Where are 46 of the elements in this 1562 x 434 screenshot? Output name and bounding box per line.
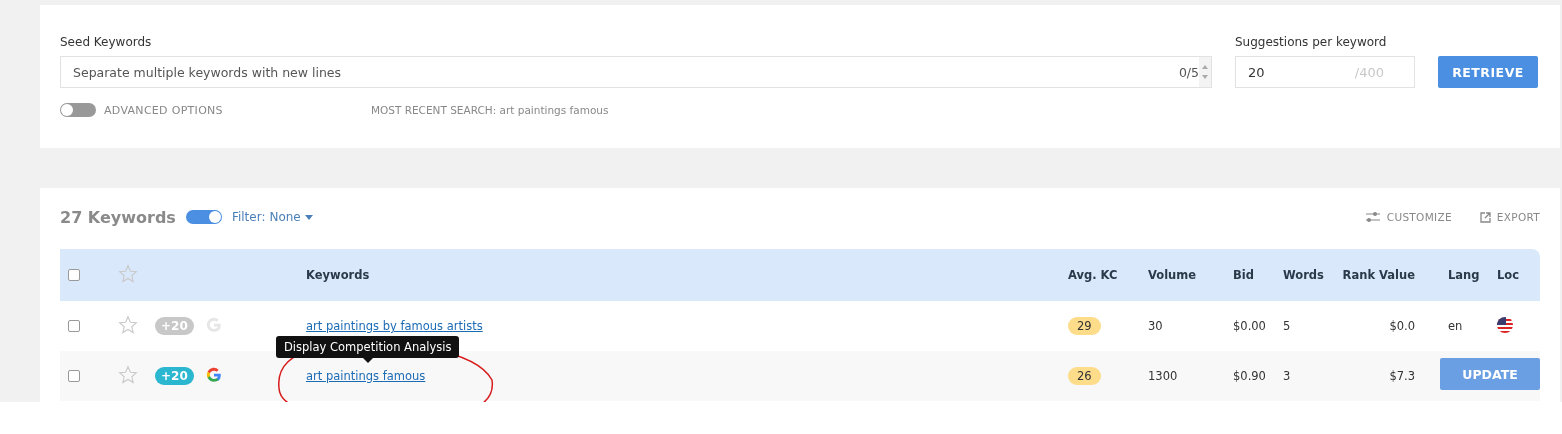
sliders-icon — [1364, 211, 1381, 223]
keyword-link[interactable]: art paintings famous — [306, 369, 426, 383]
select-all-checkbox[interactable] — [68, 269, 80, 281]
column-header[interactable]: Rank Value — [1342, 268, 1415, 282]
column-header[interactable]: Loc — [1497, 268, 1540, 282]
export-icon — [1479, 211, 1491, 223]
words-cell: 3 — [1283, 369, 1291, 383]
export-button[interactable]: EXPORT — [1479, 211, 1540, 223]
tooltip-arrow-icon — [362, 358, 373, 363]
keyword-link[interactable]: art paintings by famous artists — [306, 319, 483, 333]
column-header[interactable]: Avg. KC — [1068, 268, 1148, 282]
rank-value-cell: $0.0 — [1389, 319, 1415, 333]
keyword-counter: 0/5 — [1178, 64, 1199, 80]
star-icon[interactable] — [118, 314, 138, 335]
column-header[interactable]: Lang — [1415, 268, 1497, 282]
column-header[interactable]: Bid — [1233, 268, 1283, 282]
bid-cell: $0.00 — [1233, 319, 1266, 333]
row-checkbox[interactable] — [68, 320, 80, 332]
star-icon[interactable] — [118, 263, 138, 284]
volume-cell: 1300 — [1148, 369, 1178, 383]
star-icon[interactable] — [118, 364, 138, 385]
words-cell: 5 — [1283, 319, 1291, 333]
customize-button[interactable]: CUSTOMIZE — [1364, 211, 1452, 223]
row-checkbox[interactable] — [68, 370, 80, 382]
seed-keywords-field[interactable]: Separate multiple keywords with new lines 0/5 — [60, 56, 1212, 88]
column-header[interactable]: Words — [1283, 268, 1333, 282]
volume-cell: 30 — [1148, 319, 1163, 333]
keyword-competition-badge: 29 — [1068, 317, 1101, 335]
column-header[interactable]: Keywords — [306, 268, 1068, 282]
keywords-toggle[interactable] — [185, 210, 222, 224]
filter-label: Filter: — [231, 210, 266, 224]
bid-cell: $0.90 — [1233, 369, 1266, 383]
rank-value-cell: $7.3 — [1389, 369, 1415, 383]
seed-keywords-label: Seed Keywords — [60, 35, 153, 49]
caret-icon — [304, 214, 313, 220]
filter-dropdown[interactable]: None — [269, 210, 313, 224]
advanced-options-label: ADVANCED OPTIONS — [104, 103, 223, 117]
suggestions-label: Suggestions per keyword — [1235, 35, 1388, 49]
keyword-competition-badge: 26 — [1068, 367, 1101, 385]
column-header[interactable]: Volume — [1148, 268, 1233, 282]
keywords-count-title: 27 Keywords — [60, 207, 176, 227]
language-cell: en — [1448, 319, 1463, 333]
g-logo-icon[interactable] — [205, 365, 223, 384]
flag-icon — [1497, 316, 1513, 333]
advanced-options-toggle[interactable] — [60, 103, 96, 117]
recent-search-text: MOST RECENT SEARCH: art paintings famous — [370, 104, 609, 116]
